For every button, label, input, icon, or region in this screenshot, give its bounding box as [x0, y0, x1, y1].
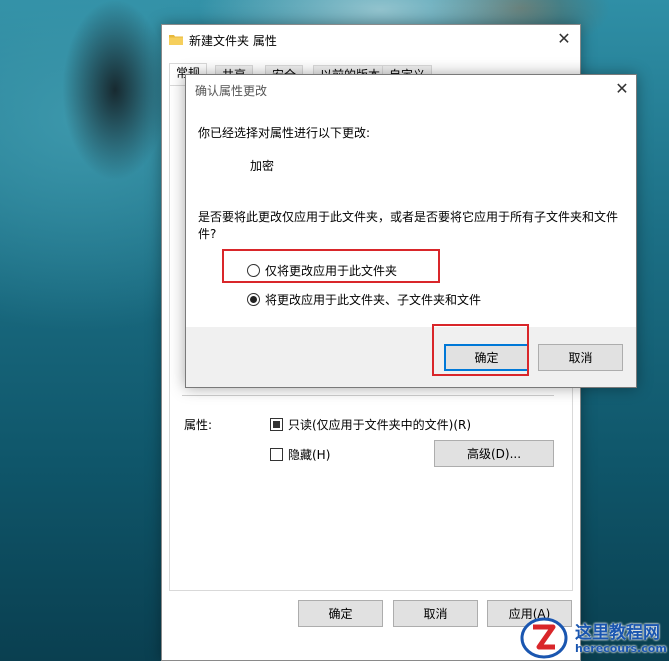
- cancel-button[interactable]: 取消: [393, 600, 478, 627]
- apply-all-radio[interactable]: [247, 293, 260, 306]
- watermark-url: herecours.com: [575, 642, 667, 655]
- readonly-label: 只读(仅应用于文件夹中的文件)(R): [288, 418, 472, 432]
- logo-z-icon: [520, 617, 568, 659]
- close-icon[interactable]: ✕: [610, 78, 634, 100]
- properties-titlebar: 新建文件夹 属性 ✕: [162, 25, 580, 55]
- attributes-label: 属性:: [184, 418, 213, 432]
- advanced-button[interactable]: 高级(D)...: [434, 440, 554, 467]
- dialog-titlebar: 确认属性更改 ✕: [186, 75, 636, 105]
- dialog-intro-text: 你已经选择对属性进行以下更改:: [198, 126, 371, 140]
- separator: [182, 395, 554, 396]
- close-icon[interactable]: ✕: [552, 28, 576, 50]
- apply-all-label: 将更改应用于此文件夹、子文件夹和文件: [265, 293, 482, 307]
- watermark-name: 这里教程网: [575, 623, 660, 643]
- dialog-title: 确认属性更改: [195, 84, 268, 98]
- folder-icon: [169, 35, 183, 45]
- hidden-checkbox[interactable]: [270, 448, 283, 461]
- confirm-changes-dialog: 确认属性更改 ✕ 你已经选择对属性进行以下更改: 加密 是否要将此更改仅应用于此…: [185, 74, 637, 388]
- ok-button[interactable]: 确定: [298, 600, 383, 627]
- highlight-box-ok: [432, 324, 529, 376]
- question-text-line1: 是否要将此更改仅应用于此文件夹，或者是否要将它应用于所有子文件夹和文件: [198, 210, 619, 224]
- readonly-checkbox[interactable]: [270, 418, 283, 431]
- hidden-label: 隐藏(H): [288, 448, 331, 462]
- watermark-logo: 这里教程网 herecours.com: [519, 616, 667, 660]
- change-item-text: 加密: [250, 159, 275, 173]
- highlight-box-folder-only: [222, 249, 440, 283]
- question-text-line2: 件?: [198, 227, 217, 241]
- properties-title: 新建文件夹 属性: [189, 34, 277, 48]
- dialog-cancel-button[interactable]: 取消: [538, 344, 623, 371]
